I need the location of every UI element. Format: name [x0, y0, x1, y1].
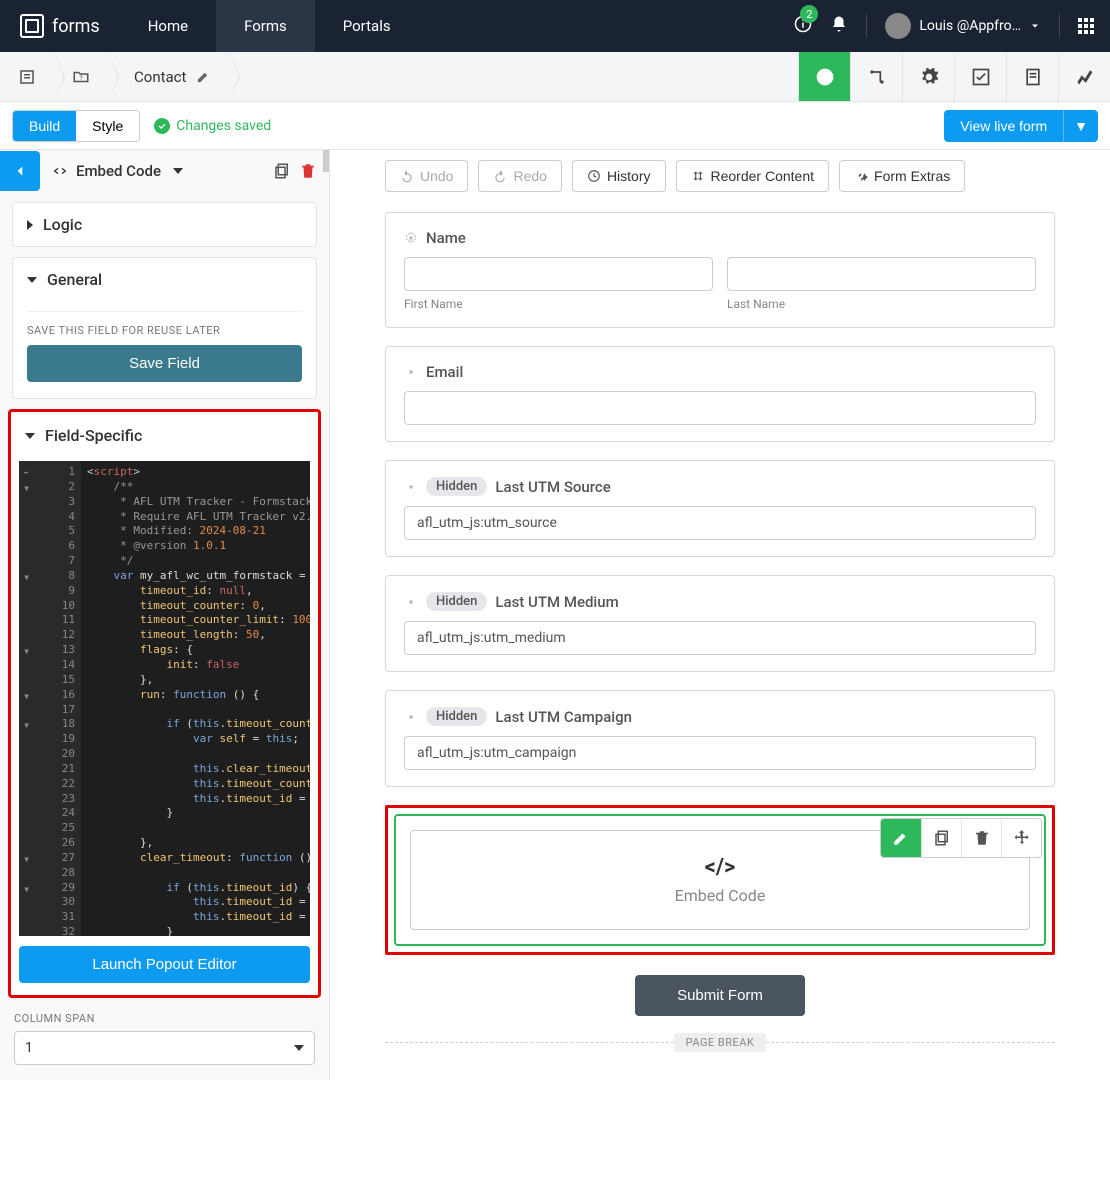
gear-icon [404, 365, 418, 379]
embed-actions [880, 818, 1042, 858]
panel-general: General SAVE THIS FIELD FOR REUSE LATER … [12, 257, 317, 399]
code-icon: </> [435, 855, 1005, 880]
panel-field-specific: Field-Specific ⁃1▾234567▾89101112▾131415… [8, 409, 321, 998]
field-embed-code[interactable]: </> Embed Code [394, 814, 1046, 946]
launch-popout-button[interactable]: Launch Popout Editor [19, 946, 310, 983]
tool-settings-icon[interactable] [902, 52, 954, 101]
move-icon[interactable] [1001, 819, 1041, 857]
chevron-down-icon [294, 1045, 304, 1051]
form-title: Contact [134, 68, 186, 86]
bell-icon[interactable] [830, 15, 848, 37]
email-input[interactable] [404, 391, 1036, 425]
nav-forms[interactable]: Forms [216, 0, 315, 52]
build-style-toggle: Build Style [12, 110, 140, 142]
chevron-down-icon [1029, 20, 1041, 32]
view-live-button[interactable]: View live form [944, 110, 1063, 142]
scrollbar[interactable] [323, 150, 329, 172]
field-utm-campaign[interactable]: HiddenLast UTM Campaign afl_utm_js:utm_c… [385, 690, 1055, 787]
form-canvas: Undo Redo History Reorder Content Form E… [330, 150, 1110, 1080]
saved-status: Changes saved [154, 118, 271, 134]
tool-check-icon[interactable] [954, 52, 1006, 101]
code-editor[interactable]: ⁃1▾234567▾89101112▾131415▾1617▾181920212… [19, 461, 310, 936]
secondary-toolbar: ? Contact [0, 52, 1110, 102]
nav-separator [866, 14, 867, 38]
svg-text:?: ? [80, 74, 83, 82]
submit-button[interactable]: Submit Form [635, 975, 805, 1016]
chevron-down-icon[interactable] [173, 168, 183, 174]
brand-logo[interactable]: forms [0, 14, 120, 38]
history-button[interactable]: History [572, 160, 666, 192]
panel-general-head[interactable]: General [13, 258, 316, 301]
info-icon[interactable]: 2 [794, 15, 812, 37]
breadcrumb-root[interactable] [0, 52, 54, 101]
tool-flow-icon[interactable] [850, 52, 902, 101]
gear-icon [404, 231, 418, 245]
back-button[interactable] [0, 151, 40, 191]
copy-icon[interactable] [921, 819, 961, 857]
pencil-icon[interactable] [196, 69, 211, 84]
gear-icon [404, 595, 418, 609]
logo-icon [20, 14, 44, 38]
brand-text: forms [52, 16, 100, 37]
extras-button[interactable]: Form Extras [839, 160, 965, 192]
code-icon [52, 163, 68, 179]
panel-field-specific-head[interactable]: Field-Specific [19, 416, 310, 455]
top-nav: forms Home Forms Portals 2 Louis @Appfro… [0, 0, 1110, 52]
content-toolbar: Undo Redo History Reorder Content Form E… [385, 160, 1055, 192]
first-name-input[interactable] [404, 257, 713, 291]
build-style-row: Build Style Changes saved View live form… [0, 102, 1110, 150]
sidebar: Embed Code Logic General SAVE THIS FIELD… [0, 150, 330, 1080]
reorder-button[interactable]: Reorder Content [676, 160, 830, 192]
tool-build-icon[interactable] [798, 52, 850, 101]
field-name[interactable]: Name First Name Last Name [385, 212, 1055, 328]
field-utm-source[interactable]: HiddenLast UTM Source afl_utm_js:utm_sou… [385, 460, 1055, 557]
nav-separator [1059, 14, 1060, 38]
page-break[interactable]: PAGE BREAK [385, 1034, 1055, 1050]
gear-icon [404, 710, 418, 724]
trash-icon[interactable] [299, 162, 317, 180]
embed-highlight: </> Embed Code [385, 805, 1055, 955]
utm-medium-value: afl_utm_js:utm_medium [404, 621, 1036, 655]
utm-campaign-value: afl_utm_js:utm_campaign [404, 736, 1036, 770]
nav-portals[interactable]: Portals [315, 0, 419, 52]
undo-button[interactable]: Undo [385, 160, 468, 192]
apps-icon[interactable] [1078, 18, 1094, 34]
copy-icon[interactable] [273, 162, 291, 180]
trash-icon[interactable] [961, 819, 1001, 857]
sidebar-title: Embed Code [76, 162, 161, 180]
embed-label: Embed Code [435, 886, 1005, 905]
edit-icon[interactable] [881, 819, 921, 857]
notif-count: 2 [800, 5, 818, 23]
last-name-input[interactable] [727, 257, 1036, 291]
view-live-dropdown[interactable]: ▼ [1063, 110, 1098, 142]
user-name: Louis @Appfro… [919, 18, 1021, 34]
field-email[interactable]: Email [385, 346, 1055, 442]
nav-home[interactable]: Home [120, 0, 216, 52]
breadcrumb-title[interactable]: Contact [108, 52, 229, 101]
column-span-label: COLUMN SPAN [0, 1012, 329, 1025]
save-field-button[interactable]: Save Field [27, 345, 302, 382]
tool-analytics-icon[interactable] [1058, 52, 1110, 101]
view-live-group: View live form ▼ [944, 110, 1098, 142]
tool-doc-icon[interactable] [1006, 52, 1058, 101]
gear-icon [404, 480, 418, 494]
avatar [885, 13, 911, 39]
panel-logic[interactable]: Logic [12, 202, 317, 247]
check-icon [154, 118, 170, 134]
user-menu[interactable]: Louis @Appfro… [885, 13, 1041, 39]
field-utm-medium[interactable]: HiddenLast UTM Medium afl_utm_js:utm_med… [385, 575, 1055, 672]
build-button[interactable]: Build [13, 111, 76, 141]
save-hint: SAVE THIS FIELD FOR REUSE LATER [27, 324, 302, 337]
redo-button[interactable]: Redo [478, 160, 561, 192]
column-span-select[interactable]: 1 [14, 1031, 315, 1065]
utm-source-value: afl_utm_js:utm_source [404, 506, 1036, 540]
style-button[interactable]: Style [76, 111, 139, 141]
